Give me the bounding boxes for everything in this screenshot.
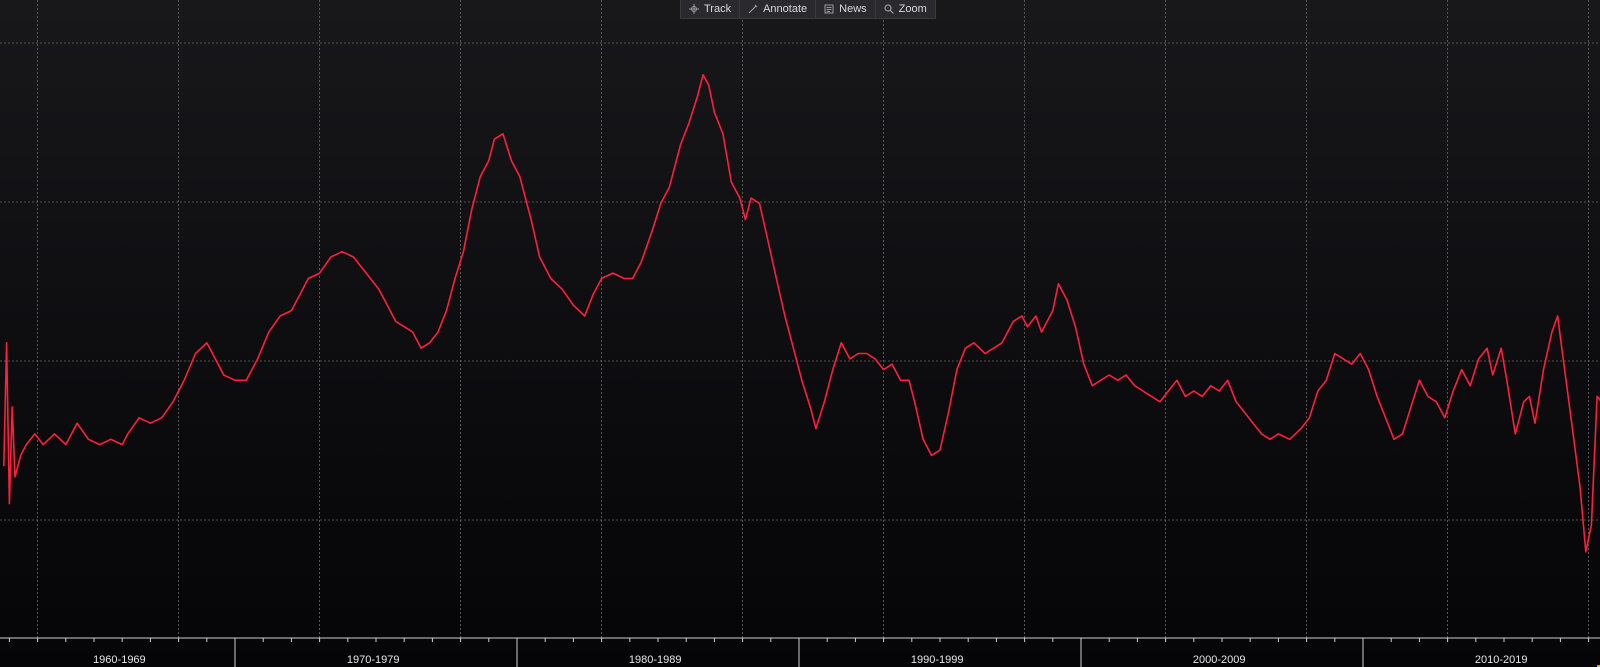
track-button[interactable]: Track (681, 0, 741, 18)
x-tick-label: 1990-1999 (911, 654, 964, 666)
grid-lines (0, 0, 1600, 638)
x-axis: 1960-1969 1970-1979 1980-1989 1990-1999 2000… (0, 637, 1600, 667)
zoom-label: Zoom (898, 3, 927, 15)
line-chart: 1960-1969 1970-1979 1980-1989 1990-1999 2000… (0, 0, 1600, 667)
news-button[interactable]: News (816, 0, 876, 18)
pencil-icon (748, 4, 758, 14)
crosshair-icon (689, 4, 699, 14)
x-tick-label: 1960-1969 (93, 654, 146, 666)
track-label: Track (704, 3, 732, 15)
x-tick-label: 2000-2009 (1193, 654, 1246, 666)
x-tick-label: 1970-1979 (347, 654, 400, 666)
annotate-label: Annotate (763, 3, 808, 15)
annotate-button[interactable]: Annotate (740, 0, 817, 18)
news-label: News (839, 3, 867, 15)
x-tick-label: 1980-1989 (629, 654, 682, 666)
series-line (3, 74, 1600, 553)
zoom-icon (884, 4, 894, 14)
x-tick-label: 2010-2019 (1475, 654, 1528, 666)
chart-toolbar: Track Annotate News Zoom (680, 0, 936, 19)
news-icon (824, 4, 834, 14)
zoom-button[interactable]: Zoom (876, 0, 935, 18)
